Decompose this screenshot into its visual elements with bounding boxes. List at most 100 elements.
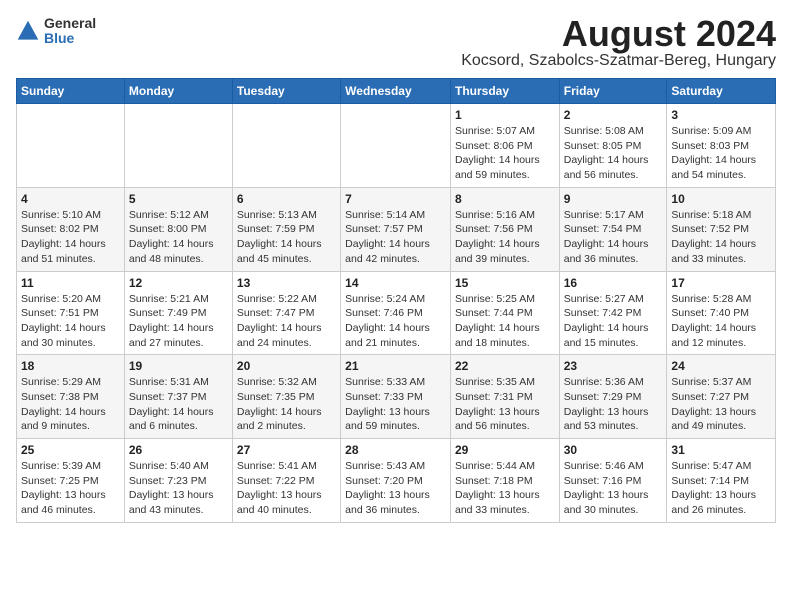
day-info: Sunrise: 5:17 AMSunset: 7:54 PMDaylight:… — [564, 208, 663, 267]
day-number: 4 — [21, 192, 120, 206]
calendar-cell: 21 Sunrise: 5:33 AMSunset: 7:33 PMDayligh… — [341, 355, 451, 439]
calendar-cell: 6Sunrise: 5:13 AMSunset: 7:59 PMDaylight… — [232, 187, 340, 271]
day-number: 9 — [564, 192, 663, 206]
day-number: 14 — [345, 276, 446, 290]
day-number: 29 — [455, 443, 555, 457]
calendar-week-5: 25 Sunrise: 5:39 AMSunset: 7:25 PMDayligh… — [17, 439, 776, 523]
calendar-cell: 27Sunrise: 5:41 AMSunset: 7:22 PMDayligh… — [232, 439, 340, 523]
calendar-cell — [17, 104, 125, 188]
weekday-header-saturday: Saturday — [667, 79, 776, 104]
day-info: Sunrise: 5:36 AMSunset: 7:29 PMDaylight:… — [564, 375, 663, 434]
day-number: 15 — [455, 276, 555, 290]
calendar-cell: 4 Sunrise: 5:10 AMSunset: 8:02 PMDaylight… — [17, 187, 125, 271]
weekday-header-tuesday: Tuesday — [232, 79, 340, 104]
weekday-header-monday: Monday — [124, 79, 232, 104]
calendar-cell: 24Sunrise: 5:37 AMSunset: 7:27 PMDayligh… — [667, 355, 776, 439]
day-number: 16 — [564, 276, 663, 290]
day-number: 26 — [129, 443, 228, 457]
calendar-cell — [124, 104, 232, 188]
day-info: Sunrise: 5:47 AMSunset: 7:14 PMDaylight:… — [671, 459, 771, 518]
calendar-cell: 19 Sunrise: 5:31 AMSunset: 7:37 PMDayligh… — [124, 355, 232, 439]
weekday-header-thursday: Thursday — [450, 79, 559, 104]
calendar-cell: 15 Sunrise: 5:25 AMSunset: 7:44 PMDayligh… — [450, 271, 559, 355]
calendar-week-2: 4 Sunrise: 5:10 AMSunset: 8:02 PMDaylight… — [17, 187, 776, 271]
day-info: Sunrise: 5:31 AMSunset: 7:37 PMDaylight:… — [129, 375, 228, 434]
day-number: 5 — [129, 192, 228, 206]
day-info: Sunrise: 5:43 AMSunset: 7:20 PMDaylight:… — [345, 459, 446, 518]
calendar-cell: 14 Sunrise: 5:24 AMSunset: 7:46 PMDayligh… — [341, 271, 451, 355]
day-info: Sunrise: 5:07 AMSunset: 8:06 PMDaylight:… — [455, 124, 555, 183]
day-number: 20 — [237, 359, 336, 373]
page-header: General Blue August 2024 Kocsord, Szabol… — [16, 16, 776, 70]
calendar-cell: 17 Sunrise: 5:28 AMSunset: 7:40 PMDayligh… — [667, 271, 776, 355]
weekday-header-row: SundayMondayTuesdayWednesdayThursdayFrid… — [17, 79, 776, 104]
day-info: Sunrise: 5:27 AMSunset: 7:42 PMDaylight:… — [564, 292, 663, 351]
calendar-cell: 9 Sunrise: 5:17 AMSunset: 7:54 PMDaylight… — [559, 187, 667, 271]
calendar-cell: 12Sunrise: 5:21 AMSunset: 7:49 PMDayligh… — [124, 271, 232, 355]
calendar-week-4: 18 Sunrise: 5:29 AMSunset: 7:38 PMDayligh… — [17, 355, 776, 439]
day-info: Sunrise: 5:08 AMSunset: 8:05 PMDaylight:… — [564, 124, 663, 183]
calendar-cell: 1 Sunrise: 5:07 AMSunset: 8:06 PMDaylight… — [450, 104, 559, 188]
day-info: Sunrise: 5:22 AMSunset: 7:47 PMDaylight:… — [237, 292, 336, 351]
day-info: Sunrise: 5:41 AMSunset: 7:22 PMDaylight:… — [237, 459, 336, 518]
day-info: Sunrise: 5:29 AMSunset: 7:38 PMDaylight:… — [21, 375, 120, 434]
title-block: August 2024 Kocsord, Szabolcs-Szatmar-Be… — [461, 16, 776, 70]
calendar-cell: 2Sunrise: 5:08 AMSunset: 8:05 PMDaylight… — [559, 104, 667, 188]
day-info: Sunrise: 5:37 AMSunset: 7:27 PMDaylight:… — [671, 375, 771, 434]
day-number: 11 — [21, 276, 120, 290]
day-info: Sunrise: 5:25 AMSunset: 7:44 PMDaylight:… — [455, 292, 555, 351]
calendar-title: August 2024 — [461, 16, 776, 52]
calendar-cell — [232, 104, 340, 188]
day-info: Sunrise: 5:44 AMSunset: 7:18 PMDaylight:… — [455, 459, 555, 518]
calendar-cell: 11 Sunrise: 5:20 AMSunset: 7:51 PMDayligh… — [17, 271, 125, 355]
day-info: Sunrise: 5:14 AMSunset: 7:57 PMDaylight:… — [345, 208, 446, 267]
day-number: 10 — [671, 192, 771, 206]
day-number: 3 — [671, 108, 771, 122]
day-info: Sunrise: 5:10 AMSunset: 8:02 PMDaylight:… — [21, 208, 120, 267]
calendar-cell: 16 Sunrise: 5:27 AMSunset: 7:42 PMDayligh… — [559, 271, 667, 355]
day-info: Sunrise: 5:12 AMSunset: 8:00 PMDaylight:… — [129, 208, 228, 267]
logo: General Blue — [16, 16, 96, 47]
day-number: 19 — [129, 359, 228, 373]
day-info: Sunrise: 5:20 AMSunset: 7:51 PMDaylight:… — [21, 292, 120, 351]
calendar-header: SundayMondayTuesdayWednesdayThursdayFrid… — [17, 79, 776, 104]
day-info: Sunrise: 5:18 AMSunset: 7:52 PMDaylight:… — [671, 208, 771, 267]
calendar-cell: 13 Sunrise: 5:22 AMSunset: 7:47 PMDayligh… — [232, 271, 340, 355]
calendar-cell — [341, 104, 451, 188]
weekday-header-friday: Friday — [559, 79, 667, 104]
calendar-cell: 29 Sunrise: 5:44 AMSunset: 7:18 PMDayligh… — [450, 439, 559, 523]
day-number: 17 — [671, 276, 771, 290]
day-number: 25 — [21, 443, 120, 457]
calendar-cell: 31 Sunrise: 5:47 AMSunset: 7:14 PMDayligh… — [667, 439, 776, 523]
day-number: 30 — [564, 443, 663, 457]
calendar-cell: 25 Sunrise: 5:39 AMSunset: 7:25 PMDayligh… — [17, 439, 125, 523]
calendar-cell: 26 Sunrise: 5:40 AMSunset: 7:23 PMDayligh… — [124, 439, 232, 523]
day-number: 6 — [237, 192, 336, 206]
day-info: Sunrise: 5:40 AMSunset: 7:23 PMDaylight:… — [129, 459, 228, 518]
calendar-week-1: 1 Sunrise: 5:07 AMSunset: 8:06 PMDaylight… — [17, 104, 776, 188]
calendar-cell: 18 Sunrise: 5:29 AMSunset: 7:38 PMDayligh… — [17, 355, 125, 439]
weekday-header-sunday: Sunday — [17, 79, 125, 104]
calendar-cell: 20Sunrise: 5:32 AMSunset: 7:35 PMDayligh… — [232, 355, 340, 439]
calendar-cell: 3 Sunrise: 5:09 AMSunset: 8:03 PMDaylight… — [667, 104, 776, 188]
day-number: 21 — [345, 359, 446, 373]
day-number: 18 — [21, 359, 120, 373]
day-number: 1 — [455, 108, 555, 122]
day-info: Sunrise: 5:39 AMSunset: 7:25 PMDaylight:… — [21, 459, 120, 518]
day-info: Sunrise: 5:24 AMSunset: 7:46 PMDaylight:… — [345, 292, 446, 351]
weekday-header-wednesday: Wednesday — [341, 79, 451, 104]
day-number: 7 — [345, 192, 446, 206]
calendar-cell: 7 Sunrise: 5:14 AMSunset: 7:57 PMDaylight… — [341, 187, 451, 271]
day-info: Sunrise: 5:33 AMSunset: 7:33 PMDaylight:… — [345, 375, 446, 434]
day-number: 13 — [237, 276, 336, 290]
day-number: 8 — [455, 192, 555, 206]
day-number: 31 — [671, 443, 771, 457]
day-info: Sunrise: 5:28 AMSunset: 7:40 PMDaylight:… — [671, 292, 771, 351]
day-info: Sunrise: 5:09 AMSunset: 8:03 PMDaylight:… — [671, 124, 771, 183]
logo-general: General — [44, 16, 96, 31]
logo-text: General Blue — [44, 16, 96, 47]
calendar-cell: 30 Sunrise: 5:46 AMSunset: 7:16 PMDayligh… — [559, 439, 667, 523]
calendar-cell: 23Sunrise: 5:36 AMSunset: 7:29 PMDayligh… — [559, 355, 667, 439]
day-info: Sunrise: 5:46 AMSunset: 7:16 PMDaylight:… — [564, 459, 663, 518]
day-number: 28 — [345, 443, 446, 457]
